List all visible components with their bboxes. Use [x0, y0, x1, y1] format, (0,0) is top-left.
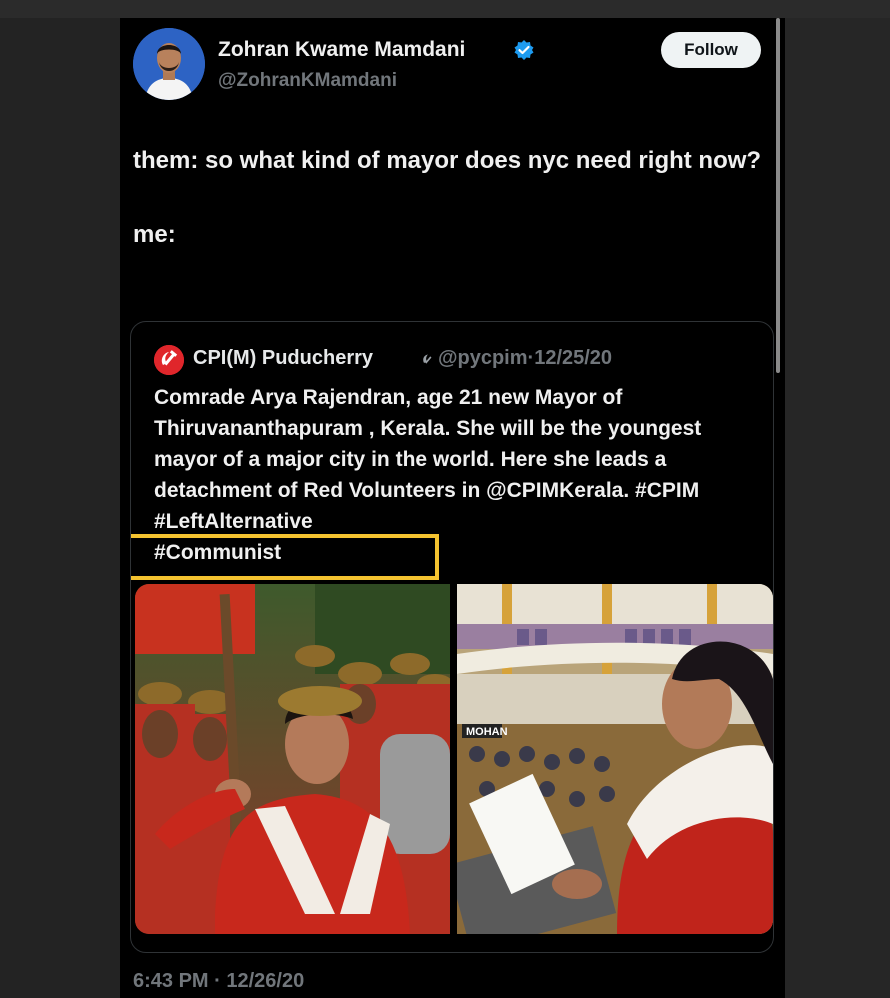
quoted-author-name[interactable]: CPI(M) Puducherry [193, 347, 373, 370]
quoted-image-parade[interactable] [135, 584, 450, 934]
tweet-text: them: so what kind of mayor does nyc nee… [133, 147, 762, 248]
quoted-tweet[interactable]: CPI(M) Puducherry @pycpim·12/25/20 Comra… [130, 321, 774, 953]
background-right [785, 0, 890, 998]
hammer-sickle-emoji-icon [423, 354, 432, 364]
verified-badge-icon [514, 40, 534, 60]
quoted-meta[interactable]: @pycpim·12/25/20 [438, 347, 612, 370]
author-avatar[interactable] [133, 28, 205, 100]
author-handle[interactable]: @ZohranKMamdani [218, 70, 397, 92]
quoted-image-oath[interactable]: MOHAN [457, 584, 773, 934]
follow-button[interactable]: Follow [661, 32, 761, 68]
author-name[interactable]: Zohran Kwame Mamdani [218, 38, 465, 62]
tweet-panel: Zohran Kwame Mamdani @ZohranKMamdani Fol… [120, 18, 785, 998]
background-left [0, 0, 120, 998]
highlight-box [131, 534, 439, 580]
background-top [0, 0, 890, 18]
quoted-handle[interactable]: @pycpim [438, 347, 528, 369]
tweet-timestamp[interactable]: 6:43 PM · 12/26/20 [133, 970, 304, 993]
quoted-date[interactable]: 12/25/20 [534, 347, 612, 369]
scrollbar[interactable] [776, 18, 780, 373]
quoted-author-avatar[interactable] [154, 345, 184, 375]
hammer-sickle-icon [154, 345, 184, 375]
svg-text:MOHAN: MOHAN [466, 726, 508, 738]
